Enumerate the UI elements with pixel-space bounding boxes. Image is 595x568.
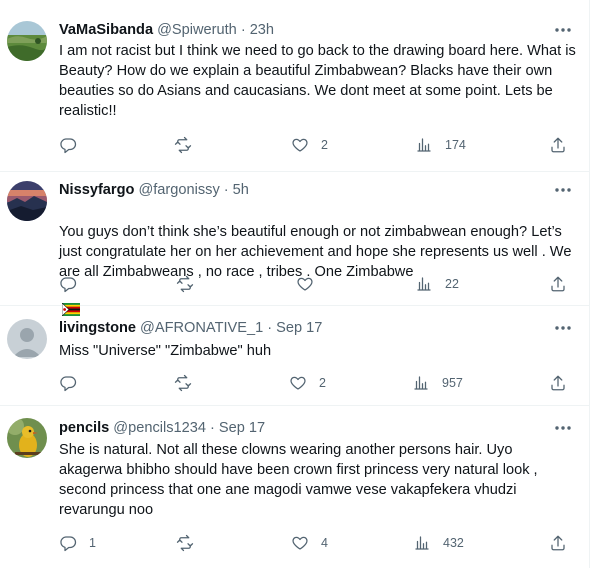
views-button[interactable]: 22 [415, 274, 459, 294]
display-name[interactable]: VaMaSibanda [59, 22, 153, 38]
retweet-button[interactable] [174, 373, 204, 393]
more-options-icon[interactable] [552, 180, 574, 200]
bird-avatar[interactable] [7, 418, 47, 458]
more-options-icon[interactable] [552, 20, 574, 40]
retweet-button[interactable] [174, 135, 204, 155]
reply-icon [60, 138, 77, 154]
share-button[interactable] [549, 135, 567, 155]
tweet-text-container: You guys don’t think she’s beautiful eno… [59, 202, 577, 321]
separator-dot: · [210, 420, 215, 436]
retweet-button[interactable] [176, 274, 206, 294]
display-name[interactable]: livingstone [59, 320, 136, 336]
reply-icon [60, 536, 77, 552]
tweet-header: Nissyfargo @fargonissy · 5h [59, 180, 540, 200]
share-icon [551, 375, 565, 391]
timestamp[interactable]: Sep 17 [219, 420, 265, 436]
share-icon [551, 276, 565, 292]
reply-button[interactable] [59, 274, 89, 294]
timestamp[interactable]: Sep 17 [276, 320, 322, 336]
display-name[interactable]: Nissyfargo [59, 182, 134, 198]
analytics-icon [417, 138, 431, 152]
user-handle[interactable]: @AFRONATIVE_1 [140, 320, 263, 336]
views-button[interactable]: 174 [415, 135, 466, 155]
user-handle[interactable]: @Spiweruth [157, 22, 237, 38]
like-button[interactable] [296, 274, 326, 294]
tweet[interactable]: Nissyfargo @fargonissy · 5h You guys don… [0, 172, 590, 317]
user-handle[interactable]: @fargonissy [138, 182, 219, 198]
separator-dot: · [223, 182, 229, 198]
timestamp[interactable]: 23h [250, 22, 274, 38]
tweet-text: Miss "Universe" "Zimbabwe" huh [59, 343, 272, 359]
heart-icon [292, 138, 308, 152]
tweet-text: I am not racist but I think we need to g… [59, 43, 576, 119]
retweet-icon [174, 374, 192, 392]
share-icon [551, 137, 565, 153]
reply-icon [60, 277, 77, 293]
sunset-avatar[interactable] [7, 181, 47, 221]
tweet-actions: 2 957 [59, 373, 579, 393]
tweet-actions: 2 174 [59, 135, 579, 155]
user-handle[interactable]: @pencils1234 [113, 420, 206, 436]
separator-dot: · [267, 320, 273, 336]
reply-icon [60, 376, 77, 392]
share-button[interactable] [549, 533, 567, 553]
tweet-header: VaMaSibanda @Spiweruth · 23h [59, 20, 540, 40]
tweet-header: livingstone @AFRONATIVE_1 · Sep 17 [59, 318, 540, 338]
tweet-header: pencils @pencils1234 · Sep 17 [59, 418, 540, 438]
tweet-text: You guys don’t think she’s beautiful eno… [59, 224, 572, 280]
more-options-icon[interactable] [552, 418, 574, 438]
tweet[interactable]: pencils @pencils1234 · Sep 17 She is nat… [0, 406, 590, 568]
retweet-button[interactable] [176, 533, 206, 553]
heart-icon [290, 376, 306, 390]
default-person-avatar[interactable] [7, 319, 47, 359]
tweet[interactable]: VaMaSibanda @Spiweruth · 23h I am not ra… [0, 0, 590, 172]
share-icon [551, 535, 565, 551]
like-button[interactable]: 2 [289, 373, 326, 393]
landscape-avatar[interactable] [7, 21, 47, 61]
share-button[interactable] [549, 373, 567, 393]
tweet-text: She is natural. Not all these clowns wea… [59, 442, 538, 518]
reply-button[interactable] [59, 373, 89, 393]
tweet-actions: 1 4 432 [59, 533, 579, 553]
analytics-icon [417, 277, 431, 291]
retweet-icon [174, 136, 192, 154]
display-name[interactable]: pencils [59, 420, 109, 436]
tweet[interactable]: livingstone @AFRONATIVE_1 · Sep 17 Miss … [0, 306, 590, 406]
views-button[interactable]: 957 [412, 373, 463, 393]
heart-icon [292, 536, 308, 550]
analytics-icon [415, 536, 429, 550]
views-button[interactable]: 432 [413, 533, 464, 553]
like-button[interactable]: 4 [291, 533, 328, 553]
reply-feed: VaMaSibanda @Spiweruth · 23h I am not ra… [0, 0, 590, 568]
reply-button[interactable] [59, 135, 89, 155]
retweet-icon [176, 275, 194, 293]
timestamp[interactable]: 5h [233, 182, 249, 198]
analytics-icon [414, 376, 428, 390]
share-button[interactable] [549, 274, 567, 294]
heart-icon [297, 277, 313, 291]
tweet-actions: 22 [59, 274, 579, 294]
separator-dot: · [240, 22, 246, 38]
retweet-icon [176, 534, 194, 552]
more-options-icon[interactable] [552, 318, 574, 338]
like-button[interactable]: 2 [291, 135, 328, 155]
reply-button[interactable]: 1 [59, 533, 96, 553]
